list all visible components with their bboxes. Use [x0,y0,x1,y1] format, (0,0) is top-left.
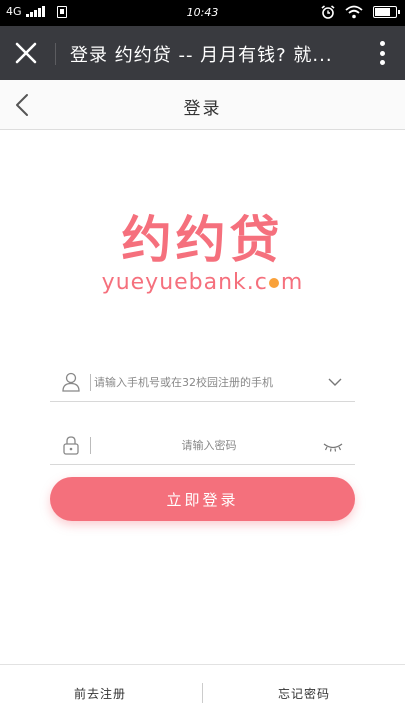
webview-title: 登录 约约贷 -- 月月有钱? 就... [70,45,333,66]
brand-logo-domain: yueyuebank.c m [0,270,405,295]
battery-icon [373,6,400,18]
password-field-divider [90,437,91,454]
bottom-bar: 前去注册 忘记密码 [0,664,405,720]
bottom-bar-divider [202,683,203,703]
status-bar: 4G 10:43 [0,0,405,26]
page-title: 登录 [183,99,222,119]
phone-input[interactable] [94,370,304,394]
domain-part-b: m [280,270,304,295]
register-link[interactable]: 前去注册 [74,685,126,702]
user-icon [62,372,80,392]
alarm-icon [321,5,335,19]
phone-field-divider [90,374,91,391]
more-menu-icon[interactable] [379,41,385,65]
password-input[interactable] [94,433,324,457]
forgot-password-link[interactable]: 忘记密码 [278,685,330,702]
battery-fill [375,8,390,16]
wifi-icon [345,5,363,19]
eye-closed-icon[interactable] [323,439,343,455]
chevron-down-icon[interactable] [327,374,343,390]
title-bar-divider [55,43,56,65]
password-field [50,427,355,465]
lock-icon [63,436,79,455]
close-icon[interactable] [12,39,40,67]
brand-logo-chinese: 约约贷 [121,211,284,269]
domain-part-a: yueyuebank.c [101,270,268,295]
page-header: 登录 [0,80,405,130]
logo-dot-icon [268,278,279,288]
status-right [321,5,400,19]
phone-field [50,364,355,402]
webview-title-bar: 登录 约约贷 -- 月月有钱? 就... [0,26,405,80]
login-button[interactable]: 立即登录 [50,477,355,521]
